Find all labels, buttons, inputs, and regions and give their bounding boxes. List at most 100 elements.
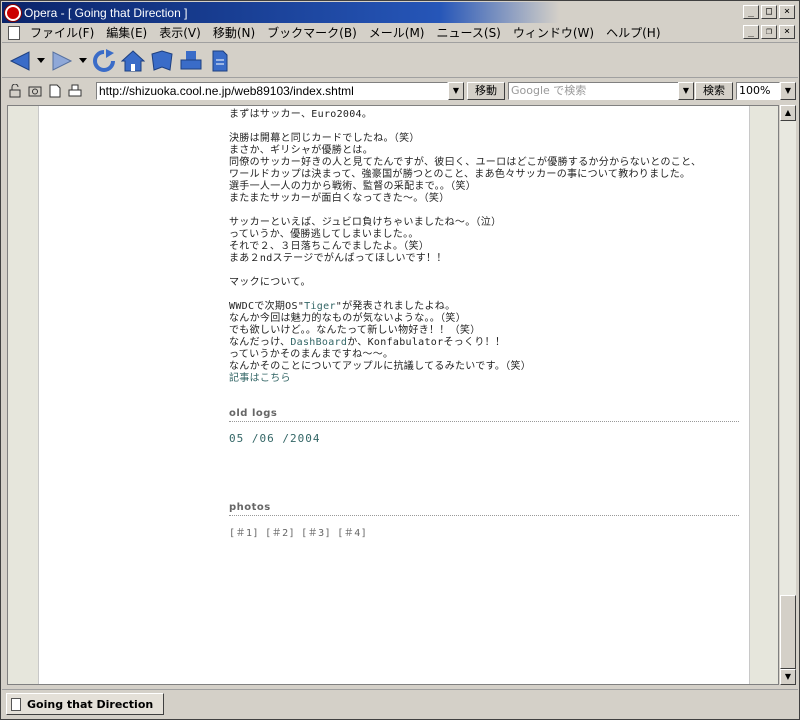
photos-heading: photos: [229, 502, 739, 516]
chevron-down-icon: [37, 57, 45, 63]
opera-logo-icon: [5, 4, 21, 21]
article-line: っていうかそのまんまですね〜〜。: [229, 349, 394, 360]
back-icon: [9, 50, 30, 71]
hotlist-icon: [151, 49, 173, 71]
article-line: WWDCで次期OS"Tiger"が発表されましたよね。: [229, 301, 749, 313]
menu-edit[interactable]: 編集(E): [100, 24, 153, 41]
minimize-button[interactable]: _: [743, 5, 759, 19]
read-more-link[interactable]: 記事はこちら: [229, 373, 749, 385]
old-logs-date-link[interactable]: 05 /06 /2004: [229, 432, 320, 445]
menu-bookmarks[interactable]: ブックマーク(B): [261, 24, 363, 41]
search-engine-dropdown[interactable]: ▼: [678, 82, 694, 100]
scroll-up-button[interactable]: ▲: [780, 105, 796, 121]
back-history-dropdown[interactable]: [35, 47, 47, 75]
article-line: なんかそのことについてアップルに抗議してるみたいです。（笑）: [229, 361, 532, 372]
tab-bar: Going that Direction: [2, 689, 798, 719]
blog-article: まずはサッカー、Euro2004。 決勝は開幕と同じカードでしたね。（笑） まさか、…: [229, 109, 749, 385]
web-page: まずはサッカー、Euro2004。 決勝は開幕と同じカードでしたね。（笑） まさか、…: [38, 106, 750, 684]
document-icon[interactable]: [8, 25, 20, 40]
photo-link-1[interactable]: [＃1]: [229, 528, 259, 539]
article-line: ワールドカップは決まって、強豪国が勝つとのこと、まあ色々サッカーの事について教わ…: [229, 169, 691, 180]
article-line: 決勝は開幕と同じカードでしたね。（笑）: [229, 133, 420, 144]
printer-icon: [68, 84, 82, 97]
go-button[interactable]: 移動: [467, 82, 505, 100]
tab-label: Going that Direction: [27, 697, 154, 711]
menu-view[interactable]: 表示(V): [153, 24, 207, 41]
zoom-select[interactable]: 100%: [736, 82, 780, 100]
chevron-down-icon: ▼: [682, 86, 690, 95]
menu-navigation[interactable]: 移動(N): [207, 24, 261, 41]
menu-news[interactable]: ニュース(S): [430, 24, 506, 41]
photo-link-2[interactable]: [＃2]: [265, 528, 295, 539]
chevron-up-icon: ▲: [784, 108, 792, 117]
close-button[interactable]: ×: [779, 5, 795, 19]
dashboard-link[interactable]: DashBoard: [290, 337, 347, 348]
chevron-down-icon: ▼: [784, 86, 792, 95]
document-icon: [212, 50, 228, 71]
zoom-dropdown[interactable]: ▼: [780, 82, 796, 100]
vertical-scrollbar[interactable]: ▲ ▼: [780, 105, 796, 685]
menu-bar: ファイル(F) 編集(E) 表示(V) 移動(N) ブックマーク(B) メール(…: [2, 23, 798, 43]
doc-minimize-button[interactable]: _: [743, 25, 759, 39]
security-button[interactable]: [6, 82, 24, 100]
window-title: Opera - [ Going that Direction ]: [24, 5, 188, 20]
old-logs-heading: old logs: [229, 408, 739, 422]
article-text: なんだっけ、: [229, 337, 291, 348]
page-info-button[interactable]: [46, 82, 64, 100]
home-button[interactable]: [119, 47, 147, 75]
address-input[interactable]: http://shizuoka.cool.ne.jp/web89103/inde…: [96, 82, 448, 100]
scroll-down-button[interactable]: ▼: [780, 669, 796, 685]
article-line: サッカーといえば、ジュビロ負けちゃいましたね〜。（泣）: [229, 217, 502, 228]
document-button[interactable]: [206, 47, 234, 75]
address-dropdown[interactable]: ▼: [448, 82, 464, 100]
forward-history-dropdown[interactable]: [77, 47, 89, 75]
back-button[interactable]: [6, 47, 34, 75]
article-text: "が発表されましたよね。: [335, 301, 456, 312]
menu-help[interactable]: ヘルプ(H): [600, 24, 666, 41]
page-icon: [49, 84, 61, 98]
article-text: か、Konfabulatorそっくり！！: [347, 337, 506, 348]
forward-button[interactable]: [48, 47, 76, 75]
article-line: 選手一人一人の力から戦術、監督の采配まで。。（笑）: [229, 181, 477, 192]
forward-icon: [52, 50, 73, 71]
reload-button[interactable]: [90, 47, 118, 75]
article-line: マックについて。: [229, 277, 311, 288]
photo-link-4[interactable]: [＃4]: [337, 528, 367, 539]
doc-close-button[interactable]: ×: [779, 25, 795, 39]
menu-mail[interactable]: メール(M): [363, 24, 431, 41]
home-icon: [121, 49, 145, 71]
hotlist-button[interactable]: [148, 47, 176, 75]
search-button[interactable]: 検索: [695, 82, 733, 100]
lock-icon: [9, 84, 21, 98]
photo-link-3[interactable]: [＃3]: [301, 528, 331, 539]
menu-file[interactable]: ファイル(F): [24, 24, 100, 41]
address-bar: http://shizuoka.cool.ne.jp/web89103/inde…: [2, 79, 798, 103]
scroll-thumb[interactable]: [780, 595, 796, 669]
title-bar: Opera - [ Going that Direction ] _ □ ×: [2, 2, 798, 23]
article-line: またまたサッカーが面白くなってきた〜。（笑）: [229, 193, 450, 204]
doc-restore-button[interactable]: ❐: [761, 25, 777, 39]
chevron-down-icon: [79, 57, 87, 63]
article-line: まずはサッカー、Euro2004。: [229, 109, 373, 120]
tab-going-that-direction[interactable]: Going that Direction: [6, 693, 164, 715]
tiger-link[interactable]: Tiger: [304, 301, 336, 312]
print-preview-button[interactable]: [66, 82, 84, 100]
menu-window[interactable]: ウィンドウ(W): [507, 24, 600, 41]
print-button[interactable]: [177, 47, 205, 75]
navigation-toolbar: [2, 44, 798, 78]
article-line: なんか今回は魅力的なものが気ないような。。（笑）: [229, 313, 466, 324]
article-line: でも欲しいけど。。なんたって新しい物好き！！（笑）: [229, 325, 481, 336]
article-line: それで２、３日落ちこんでましたよ。（笑）: [229, 241, 430, 252]
maximize-button[interactable]: □: [761, 5, 777, 19]
camera-icon: [28, 86, 42, 97]
search-input[interactable]: Google で検索: [508, 82, 680, 100]
article-line: 同僚のサッカー好きの人と見てたんですが、彼曰く、ユーロはどこが優勝するか分からな…: [229, 157, 702, 168]
print-icon: [180, 50, 202, 69]
page-icon: [11, 697, 21, 711]
page-viewport[interactable]: まずはサッカー、Euro2004。 決勝は開幕と同じカードでしたね。（笑） まさか、…: [7, 105, 779, 685]
cookie-button[interactable]: [26, 82, 44, 100]
